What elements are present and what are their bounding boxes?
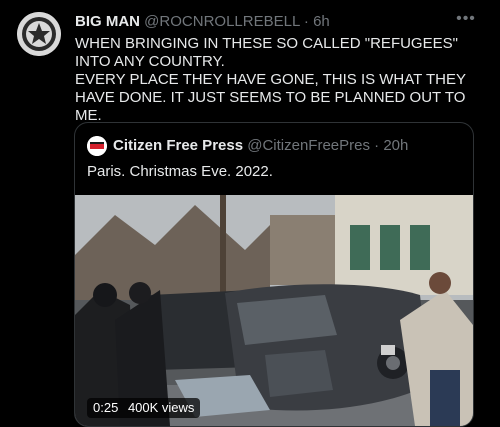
quoted-tweet-header: Citizen Free Press @CitizenFreePres · 20… xyxy=(113,137,408,154)
badge-logo-icon xyxy=(17,12,61,56)
author-name[interactable]: BIG MAN xyxy=(75,13,140,30)
tweet-text: WHEN BRINGING IN THESE SO CALLED "REFUGE… xyxy=(75,35,480,125)
quoted-tweet-time[interactable]: 20h xyxy=(383,137,408,154)
separator-dot: · xyxy=(303,13,309,30)
separator-dot: · xyxy=(374,137,380,154)
quoted-tweet-text: Paris. Christmas Eve. 2022. xyxy=(87,163,273,180)
tweet-time[interactable]: 6h xyxy=(313,13,330,30)
author-handle[interactable]: @ROCNROLLREBELL xyxy=(144,13,300,30)
video-duration: 0:25 xyxy=(93,400,119,415)
more-horizontal-icon[interactable]: ••• xyxy=(455,9,477,29)
tweet[interactable]: BIG MAN @ROCNROLLREBELL · 6h ••• WHEN BR… xyxy=(0,0,500,427)
tweet-text-line-1: WHEN BRINGING IN THESE SO CALLED "REFUGE… xyxy=(75,35,458,70)
quoted-author-handle[interactable]: @CitizenFreePres xyxy=(247,137,370,154)
video-views: 400K views xyxy=(127,400,195,415)
author-avatar[interactable] xyxy=(17,12,61,56)
citizen-free-press-logo-icon xyxy=(87,136,107,156)
video-stats-badge: 0:25 400K views xyxy=(87,398,201,418)
video-player[interactable]: 0:25 400K views xyxy=(75,195,473,426)
quoted-author-name[interactable]: Citizen Free Press xyxy=(113,137,243,154)
quoted-author-avatar[interactable] xyxy=(87,136,107,156)
quoted-tweet[interactable]: Citizen Free Press @CitizenFreePres · 20… xyxy=(74,122,474,427)
video-thumbnail xyxy=(75,195,473,426)
tweet-text-line-2: EVERY PLACE THEY HAVE GONE, THIS IS WHAT… xyxy=(75,71,466,124)
tweet-header: BIG MAN @ROCNROLLREBELL · 6h xyxy=(75,13,330,30)
